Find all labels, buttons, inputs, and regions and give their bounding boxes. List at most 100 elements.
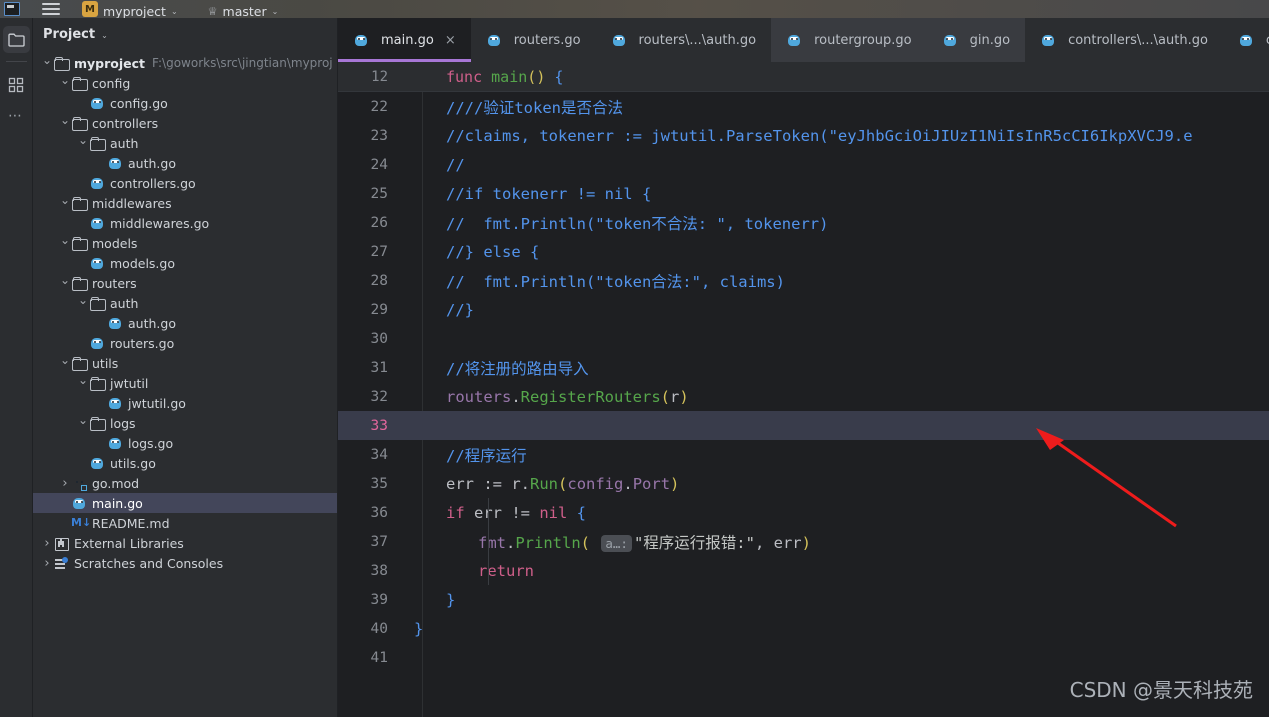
- chevron-right-icon[interactable]: [41, 556, 53, 571]
- line-number: 26: [370, 214, 388, 231]
- code-token: RegisterRouters: [520, 387, 661, 406]
- tree-item-external-libraries[interactable]: External Libraries: [33, 533, 337, 553]
- project-panel-header[interactable]: Project ⌄: [33, 18, 337, 50]
- chevron-down-icon[interactable]: [77, 376, 89, 390]
- code-token: Println: [515, 533, 581, 552]
- tree-item-utils-go[interactable]: utils.go: [33, 453, 337, 473]
- tree-item-middlewares[interactable]: middlewares: [33, 193, 337, 213]
- close-icon[interactable]: ×: [445, 33, 456, 48]
- tree-item-auth-go[interactable]: auth.go: [33, 313, 337, 333]
- editor-tab-routers-go[interactable]: routers.go: [471, 18, 596, 62]
- tree-item-label: config.go: [110, 95, 168, 111]
- chevron-down-icon[interactable]: [77, 136, 89, 150]
- tree-item-label: auth: [110, 135, 139, 151]
- editor-tab-main-go[interactable]: main.go ×: [338, 18, 471, 62]
- code-line-41[interactable]: 41: [338, 643, 1269, 672]
- code-line-23[interactable]: 23 //claims, tokenerr := jwtutil.ParseTok…: [338, 121, 1269, 150]
- tree-item-controllers-go[interactable]: controllers.go: [33, 173, 337, 193]
- project-selector[interactable]: M myproject ⌄: [82, 0, 178, 18]
- tree-item-main-go[interactable]: main.go: [33, 493, 337, 513]
- chevron-down-icon[interactable]: [59, 356, 71, 370]
- editor-tab-controllers-auth-go[interactable]: controllers\...\auth.go: [1025, 18, 1223, 62]
- tree-item-controllers[interactable]: controllers: [33, 113, 337, 133]
- tree-item-config[interactable]: config: [33, 73, 337, 93]
- tree-item-middlewares-go[interactable]: middlewares.go: [33, 213, 337, 233]
- tree-item-auth[interactable]: auth: [33, 133, 337, 153]
- code-token: }: [414, 619, 424, 638]
- tree-item-scratches-and-consoles[interactable]: Scratches and Consoles: [33, 553, 337, 573]
- tree-item-readme-md[interactable]: M↓ README.md: [33, 513, 337, 533]
- tree-item-models[interactable]: models: [33, 233, 337, 253]
- code-line-29[interactable]: 29 //}: [338, 295, 1269, 324]
- code-line-33[interactable]: 33: [338, 411, 1269, 440]
- code-token: //}: [446, 300, 474, 319]
- sidebar-item-project[interactable]: [2, 26, 30, 53]
- chevron-down-icon[interactable]: [59, 196, 71, 210]
- chevron-down-icon[interactable]: [77, 416, 89, 430]
- chevron-down-icon[interactable]: [59, 116, 71, 130]
- tree-item-config-go[interactable]: config.go: [33, 93, 337, 113]
- tree-item-label: main.go: [92, 495, 143, 511]
- code-line-36[interactable]: 36 if err != nil {: [338, 498, 1269, 527]
- indent-guide: [488, 527, 489, 556]
- code-line-30[interactable]: 30: [338, 324, 1269, 353]
- code-line-25[interactable]: 25 //if tokenerr != nil {: [338, 179, 1269, 208]
- tree-item-auth[interactable]: auth: [33, 293, 337, 313]
- code-line-40[interactable]: 40}: [338, 614, 1269, 643]
- code-line-26[interactable]: 26 // fmt.Println("token不合法: ", tokenerr): [338, 208, 1269, 237]
- code-token: r: [670, 387, 680, 406]
- line-number: 34: [370, 446, 388, 463]
- code-token: (: [527, 67, 537, 86]
- line-number: 28: [370, 272, 388, 289]
- code-line-31[interactable]: 31 //将注册的路由导入: [338, 353, 1269, 382]
- tree-item-logs-go[interactable]: logs.go: [33, 433, 337, 453]
- editor-tab-routergroup-go[interactable]: routergroup.go: [771, 18, 927, 62]
- tree-item-jwtutil-go[interactable]: jwtutil.go: [33, 393, 337, 413]
- sidebar-item-structure[interactable]: [3, 71, 30, 98]
- code-line-24[interactable]: 24 //: [338, 150, 1269, 179]
- editor-tab-cont[interactable]: cont: [1223, 18, 1269, 62]
- code-line-37[interactable]: 37 fmt.Println( a…: "程序运行报错:", err): [338, 527, 1269, 556]
- code-line-32[interactable]: 32 routers.RegisterRouters(r): [338, 382, 1269, 411]
- code-line-text: routers.RegisterRouters(r): [404, 388, 689, 406]
- chevron-right-icon[interactable]: [59, 476, 71, 491]
- chevron-right-icon[interactable]: [41, 536, 53, 551]
- hamburger-menu-icon[interactable]: [20, 0, 60, 18]
- code-line-35[interactable]: 35 err := r.Run(config.Port): [338, 469, 1269, 498]
- chevron-down-icon[interactable]: [77, 296, 89, 310]
- code-line-27[interactable]: 27 //} else {: [338, 237, 1269, 266]
- code-line-34[interactable]: 34 //程序运行: [338, 440, 1269, 469]
- editor-tab-routers-auth-go[interactable]: routers\...\auth.go: [596, 18, 772, 62]
- folder-icon: [71, 195, 88, 211]
- code-line-text: //: [404, 156, 465, 174]
- go-file-icon: [1040, 32, 1056, 48]
- tree-item-routers-go[interactable]: routers.go: [33, 333, 337, 353]
- code-line-22[interactable]: 22 ////验证token是否合法: [338, 92, 1269, 121]
- window-app-icon[interactable]: [0, 0, 20, 18]
- go-file-icon: [353, 32, 369, 48]
- tree-item-auth-go[interactable]: auth.go: [33, 153, 337, 173]
- tree-item-utils[interactable]: utils: [33, 353, 337, 373]
- code-line-28[interactable]: 28 // fmt.Println("token合法:", claims): [338, 266, 1269, 295]
- tree-item-routers[interactable]: routers: [33, 273, 337, 293]
- code-line-38[interactable]: 38 return: [338, 556, 1269, 585]
- chevron-down-icon[interactable]: [59, 276, 71, 290]
- tree-item-label: controllers: [92, 115, 159, 131]
- code-token: Run: [530, 474, 559, 493]
- chevron-down-icon[interactable]: [59, 76, 71, 90]
- branch-selector[interactable]: ♕ master ⌄: [208, 0, 279, 19]
- editor-tab-gin-go[interactable]: gin.go: [926, 18, 1026, 62]
- code-line-text: // fmt.Println("token合法:", claims): [404, 270, 785, 292]
- tree-item-label: controllers.go: [110, 175, 196, 191]
- tree-item-logs[interactable]: logs: [33, 413, 337, 433]
- chevron-down-icon[interactable]: [41, 56, 53, 70]
- tree-item-go-mod[interactable]: go.mod: [33, 473, 337, 493]
- tree-item-models-go[interactable]: models.go: [33, 253, 337, 273]
- tree-item-myproject[interactable]: myproject F:\goworks\src\jingtian\myproj: [33, 53, 337, 73]
- code-line-39[interactable]: 39}: [338, 585, 1269, 614]
- tree-item-jwtutil[interactable]: jwtutil: [33, 373, 337, 393]
- sidebar-item-more[interactable]: ⋯: [3, 102, 30, 129]
- chevron-down-icon[interactable]: [59, 236, 71, 250]
- code-editor-lines[interactable]: 22 ////验证token是否合法 23 //claims, tokenerr :=…: [338, 92, 1269, 717]
